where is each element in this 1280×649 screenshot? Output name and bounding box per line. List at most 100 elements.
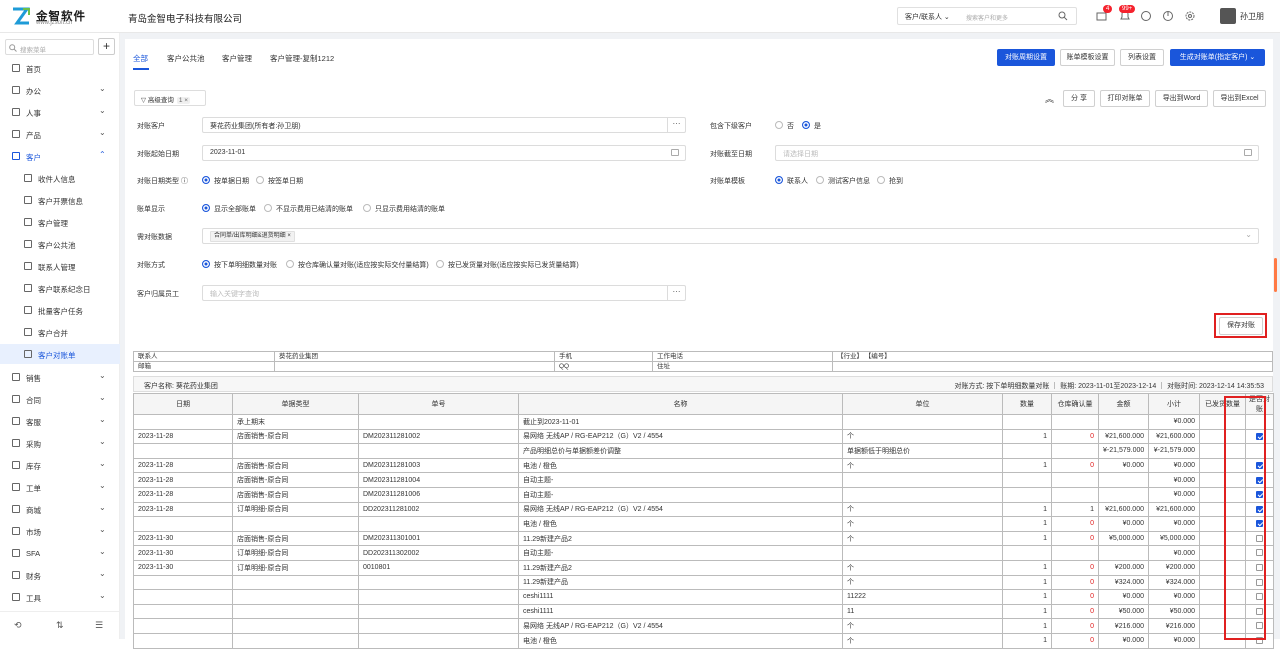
sidebar-item[interactable]: 财务 ⌄ [0,565,120,585]
display-unsettled-radio[interactable]: 不显示费用已结清的账单 [264,204,353,214]
table-cell: 截止到2023-11-01 [518,414,843,430]
data-select[interactable]: 合同单/出库明细&退货明细 × ⌄ [202,228,1259,244]
sidebar-item[interactable]: 客户开票信息 [0,190,120,210]
template-contact-radio[interactable]: 联系人 [775,176,808,186]
display-settled-radio[interactable]: 只显示费用结清的账单 [363,204,445,214]
user-circle-icon[interactable] [1140,10,1152,22]
table-cell: 0 [1051,559,1099,576]
sidebar-item-label: 客户合并 [38,329,68,338]
share-button[interactable]: 分 享 [1063,90,1095,107]
sidebar-item-label: 库存 [26,462,41,471]
sidebar-item[interactable]: 首页 [0,58,120,78]
tab-customer-copy[interactable]: 客户管理-复制1212 [270,53,334,64]
scrollbar[interactable] [1274,258,1277,292]
sidebar-item[interactable]: 办公 ⌄ [0,80,120,100]
sidebar-item[interactable]: 商城 ⌄ [0,499,120,519]
table-cell: ¥0.000 [1148,457,1200,474]
template-test-radio[interactable]: 测试客户信息 [816,176,870,186]
include-no-radio[interactable]: 否 [775,121,794,131]
sidebar-item[interactable]: 收件人信息 [0,168,120,188]
global-search[interactable]: 客户/联系人 ⌄ 搜索客户和更多 [897,7,1077,25]
search-scope-select[interactable]: 客户/联系人 ⌄ [905,12,950,22]
template-grab-radio[interactable]: 抢到 [877,176,903,186]
table-cell: 11.29新建产品 [518,574,843,591]
table-cell: 店面销售-原合同 [232,486,359,503]
export-word-button[interactable]: 导出到Word [1155,90,1208,107]
sidebar-item[interactable]: 采购 ⌄ [0,433,120,453]
tab-customer-mgmt[interactable]: 客户管理 [222,53,252,64]
add-menu-button[interactable]: + [98,38,115,55]
display-all-radio[interactable]: 显示全部账单 [202,204,256,214]
table-cell: ¥216.000 [1098,618,1149,634]
user-name[interactable]: 孙卫朋 [1240,11,1264,22]
table-cell: 1 [1002,501,1052,518]
sidebar-item[interactable]: 客户管理 [0,212,120,232]
table-cell: 订单明细-原合同 [232,545,359,561]
sidebar-item[interactable]: 合同 ⌄ [0,389,120,409]
sidebar-item[interactable]: 客户合并 [0,322,120,342]
include-yes-radio[interactable]: 是 [802,121,821,131]
sidebar-item[interactable]: 客服 ⌄ [0,411,120,431]
more-icon[interactable]: ··· [667,118,685,132]
method-warehouse-radio[interactable]: 按仓库确认量对账(适应按实际交付量结算) [286,260,429,270]
table-cell [133,443,233,459]
advanced-filter-button[interactable]: ▽ 高级查询 1 × [134,90,206,106]
column-settings-button[interactable]: 列表设置 [1120,49,1164,66]
collapse-icon[interactable]: ☰ [95,620,103,631]
gear-icon[interactable] [1184,10,1196,22]
tab-public-pool[interactable]: 客户公共池 [167,53,205,64]
table-cell: 个 [842,530,1003,547]
table-cell [1098,545,1149,561]
table-cell [232,574,359,591]
customer-input[interactable]: 葵花药业集团(所有者:孙卫朋) ··· [202,117,686,133]
data-tag[interactable]: 合同单/出库明细&退货明细 × [210,231,295,242]
translate-icon[interactable]: ⇅ [56,620,64,631]
staff-input[interactable]: 输入关键字查询 ··· [202,285,686,301]
chevron-icon: ⌄ [99,415,106,424]
table-cell: 1 [1002,618,1052,634]
menu-icon [24,240,32,248]
template-settings-button[interactable]: 账单模板设置 [1060,49,1115,66]
sidebar-item[interactable]: 客户 ⌃ [0,146,120,166]
chevron-icon: ⌄ [99,84,106,93]
column-header: 单据类型 [232,393,359,415]
sidebar-item[interactable]: 客户对账单 [0,344,120,364]
sidebar-item[interactable]: 联系人管理 [0,256,120,276]
sidebar-item[interactable]: 客户公共池 [0,234,120,254]
method-shipped-radio[interactable]: 按已发货量对账(适应按实际已发货量结算) [436,260,579,270]
sidebar-item[interactable]: 客户联系纪念日 [0,278,120,298]
export-excel-button[interactable]: 导出到Excel [1213,90,1266,107]
end-date-input[interactable]: 请选择日期 [775,145,1259,161]
sidebar-item[interactable]: 销售 ⌄ [0,367,120,387]
period-settings-button[interactable]: 对账周期设置 [997,49,1055,66]
sidebar-item[interactable]: 工单 ⌄ [0,477,120,497]
chart-icon[interactable] [1162,10,1174,22]
search-input[interactable]: 搜索客户和更多 [966,13,1008,22]
date-type-doc-radio[interactable]: 按单据日期 [202,176,249,186]
more-icon[interactable]: ··· [667,286,685,300]
table-cell: 电池 / 橙色 [518,457,843,474]
menu-search-input[interactable]: 搜索菜单 [5,39,94,55]
avatar[interactable] [1220,8,1236,24]
start-date-label: 对账起始日期 [137,151,179,158]
start-date-input[interactable]: 2023-11-01 [202,145,686,161]
date-type-sign-radio[interactable]: 按签单日期 [256,176,303,186]
print-statement-button[interactable]: 打印对账单 [1100,90,1150,107]
tab-all[interactable]: 全部 [133,53,148,64]
collapse-up-icon[interactable]: ︽ [1045,92,1054,105]
sidebar-item[interactable]: 人事 ⌄ [0,102,120,122]
table-cell: 0 [1051,428,1099,445]
table-cell: 1 [1002,428,1052,445]
sidebar-item[interactable]: 产品 ⌄ [0,124,120,144]
sidebar-item[interactable]: 市场 ⌄ [0,521,120,541]
sidebar-item[interactable]: 工具 ⌄ [0,587,120,607]
table-cell [133,414,233,430]
generate-statement-button[interactable]: 生成对账单(指定客户) ⌄ [1170,49,1265,66]
sidebar-item-label: 办公 [26,87,41,96]
sidebar-item[interactable]: SFA ⌄ [0,543,120,563]
search-icon[interactable] [1058,11,1068,21]
method-order-radio[interactable]: 按下单明细数量对账 [202,260,277,270]
sidebar-item[interactable]: 库存 ⌄ [0,455,120,475]
history-icon[interactable]: ⟲ [14,620,22,631]
sidebar-item[interactable]: 批量客户任务 [0,300,120,320]
